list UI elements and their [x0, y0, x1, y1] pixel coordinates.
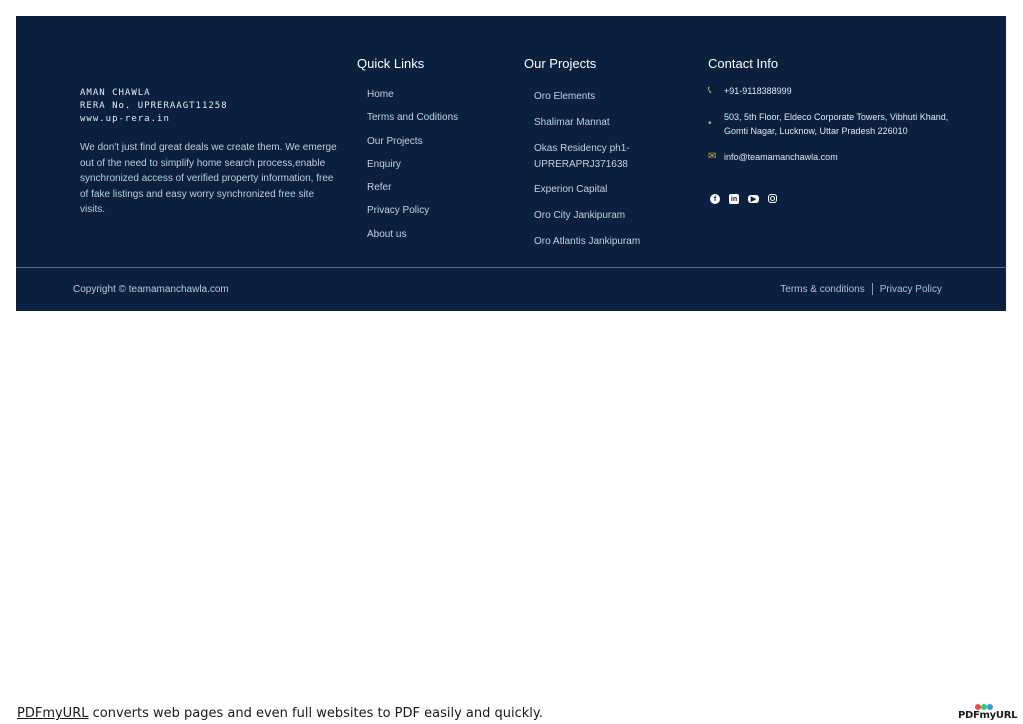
pdfmyurl-logo: PDFmyURL [958, 704, 1018, 724]
project-link-oro-elements[interactable]: Oro Elements [534, 89, 595, 105]
privacy-link[interactable]: Privacy Policy [880, 284, 942, 295]
legal-separator [871, 283, 873, 295]
about-block: AMAN CHAWLA RERA No. UPRERAAGT11258 www.… [80, 87, 340, 218]
contact-column: Contact Info 📞︎ +91-9118388999 • 503, 5t… [708, 56, 968, 204]
instagram-icon[interactable] [768, 194, 777, 203]
footer-divider [16, 267, 1006, 268]
quick-link-home[interactable]: Home [367, 89, 394, 100]
projects-title: Our Projects [524, 56, 597, 71]
contact-email[interactable]: ✉︎ info@teamamanchawla.com [708, 150, 838, 164]
social-links: f in ▶ [710, 194, 777, 204]
envelope-icon: ✉︎ [708, 151, 717, 162]
email-address: info@teamamanchawla.com [724, 152, 838, 162]
logo-word: PDFmyURL [958, 710, 1018, 721]
site-footer: AMAN CHAWLA RERA No. UPRERAAGT11258 www.… [16, 16, 1006, 311]
address-text: 503, 5th Floor, Eldeco Corporate Towers,… [724, 112, 949, 136]
about-description: We don't just find great deals we create… [80, 142, 337, 215]
legal-links: Terms & conditions Privacy Policy [780, 283, 942, 295]
terms-link[interactable]: Terms & conditions [780, 284, 864, 295]
project-link-experion-capital[interactable]: Experion Capital [534, 182, 607, 198]
quick-link-refer[interactable]: Refer [367, 182, 391, 193]
contact-title: Contact Info [708, 56, 779, 71]
quick-link-about[interactable]: About us [367, 229, 406, 240]
quick-link-terms[interactable]: Terms and Coditions [367, 112, 458, 123]
quick-link-privacy[interactable]: Privacy Policy [367, 205, 429, 216]
facebook-icon[interactable]: f [710, 194, 720, 204]
rera-number: RERA No. UPRERAAGT11258 [80, 101, 228, 111]
youtube-icon[interactable]: ▶ [748, 195, 759, 203]
project-link-shalimar-mannat[interactable]: Shalimar Mannat [534, 115, 610, 131]
project-link-okas-residency[interactable]: Okas Residency ph1- UPRERAPRJ371638 [534, 141, 644, 172]
copyright-text: Copyright © teamamanchawla.com [73, 284, 229, 295]
quick-links-column: Quick Links Home Terms and Coditions Our… [357, 56, 458, 240]
phone-number: +91-9118388999 [724, 86, 792, 96]
project-link-oro-city[interactable]: Oro City Jankipuram [534, 208, 625, 224]
pdf-banner-text: converts web pages and even full website… [88, 706, 543, 721]
linkedin-icon[interactable]: in [729, 194, 739, 204]
map-pin-icon: • [708, 118, 712, 129]
contact-address: • 503, 5th Floor, Eldeco Corporate Tower… [708, 110, 954, 138]
project-link-oro-atlantis[interactable]: Oro Atlantis Jankipuram [534, 234, 640, 250]
agent-name: AMAN CHAWLA [80, 88, 151, 98]
pdfmyurl-link[interactable]: PDFmyURL [17, 706, 88, 721]
rera-website-link[interactable]: www.up-rera.in [80, 113, 340, 126]
phone-icon: 📞︎ [708, 85, 712, 96]
quick-link-projects[interactable]: Our Projects [367, 136, 423, 147]
contact-phone[interactable]: 📞︎ +91-9118388999 [708, 84, 792, 98]
projects-column: Our Projects Oro Elements Shalimar Manna… [524, 56, 654, 247]
pdf-banner: PDFmyURL converts web pages and even ful… [17, 706, 543, 721]
quick-links-title: Quick Links [357, 56, 425, 71]
quick-link-enquiry[interactable]: Enquiry [367, 159, 401, 170]
